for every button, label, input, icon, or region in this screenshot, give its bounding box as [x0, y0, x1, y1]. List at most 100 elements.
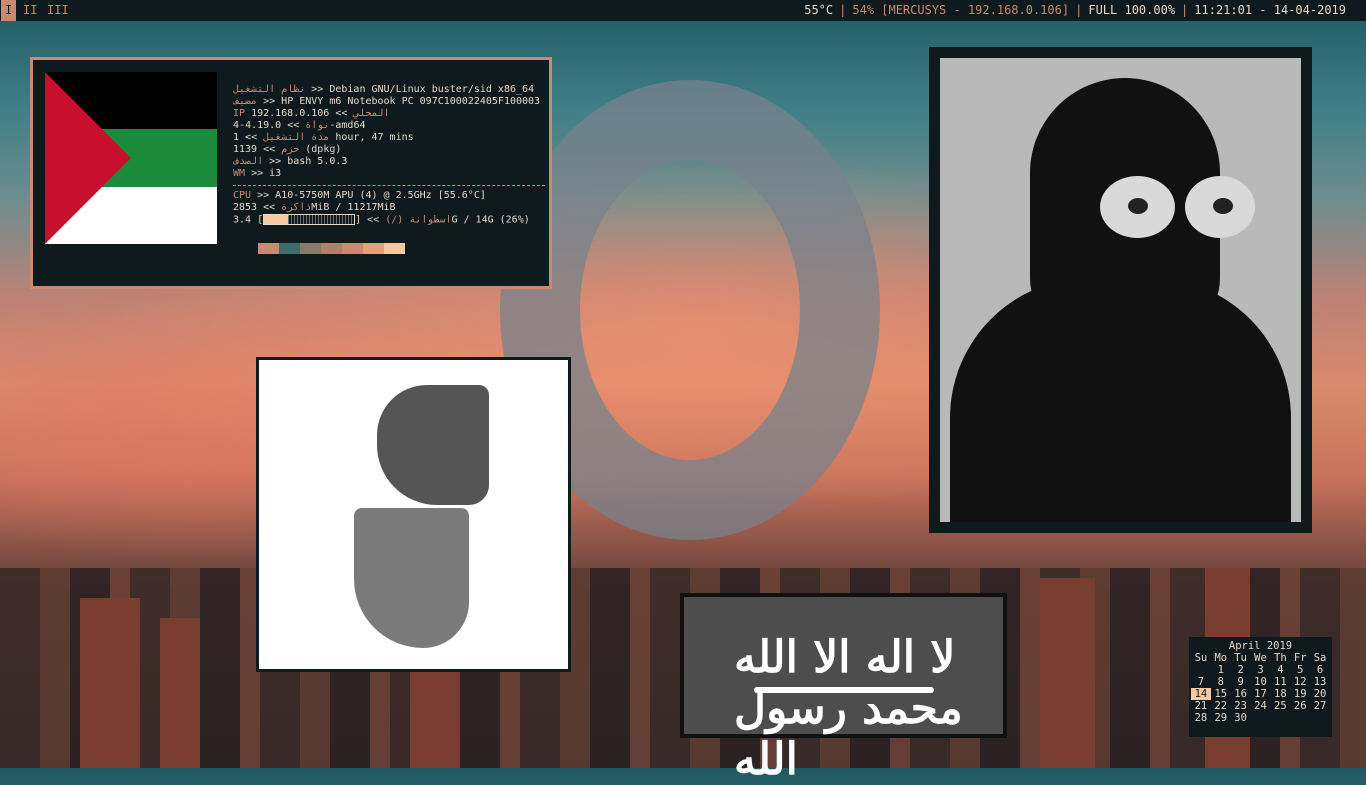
calendar-day: 1 — [1217, 664, 1224, 676]
info-value: >> bash 5.0.3 — [269, 156, 348, 167]
wallpaper-tower — [410, 658, 460, 768]
color-swatch — [342, 243, 363, 254]
clock-status: 11:21:01 - 14-04-2019 — [1194, 3, 1346, 17]
info-key: ذاكرة — [275, 202, 312, 213]
calendar-day: 30 — [1234, 712, 1247, 724]
figure-eye — [1185, 176, 1255, 238]
info-row: نواة >> 4.19.0-4-amd64 — [233, 120, 545, 132]
info-row: حزم >> 1139 (dpkg) — [233, 144, 545, 156]
calendar-grid: Su Mo Tu We Th Fr Sa 1 2 3 4 5 6 7 8 9 10 11 12 13 14 15 16 17 1… — [1191, 652, 1330, 724]
info-value: >> 4.19.0-4-amd64 — [233, 120, 366, 131]
calligraphy-banner-image: لا اله الا الله محمد رسول الله — [680, 593, 1007, 785]
calendar-day: 12 — [1293, 676, 1307, 688]
info-key: نواة — [299, 120, 330, 131]
calendar-day: 18 — [1274, 688, 1287, 700]
disk-usage-fill — [264, 215, 288, 224]
hand-shape — [377, 385, 489, 505]
calendar-day — [1191, 664, 1211, 676]
wifi-status: 54% [MERCUSYS - 192.168.0.106] — [852, 3, 1070, 17]
calendar-day: 28 — [1194, 712, 1208, 724]
disk-prefix: >> [ — [355, 214, 380, 226]
info-key: حزم — [275, 144, 300, 155]
status-blocks: 55°C | 54% [MERCUSYS - 192.168.0.106] | FULL… — [804, 0, 1346, 21]
calligraphy-underline — [754, 687, 934, 693]
wallpaper-tower — [1040, 578, 1095, 768]
hw-info-row: CPU >> A10-5750M APU (4) @ 2.5GHz [55.6°… — [233, 190, 545, 202]
battery-status: FULL 100.00% — [1088, 3, 1176, 17]
disk-info-row: اسطوانة (/) >> [] 3.4G / 14G (26%) — [233, 214, 545, 227]
hand-sculpture-image — [256, 357, 571, 672]
calendar-day: 5 — [1297, 664, 1304, 676]
calendar-day: 22 — [1214, 700, 1228, 712]
calendar-day: 2 — [1237, 664, 1244, 676]
calendar-day: 29 — [1214, 712, 1228, 724]
calendar-weekday: Fr — [1293, 652, 1307, 664]
status-separator: | — [1075, 3, 1083, 17]
calligraphy-text: لا اله الا الله محمد رسول الله — [734, 632, 965, 785]
calendar-day: 11 — [1274, 676, 1287, 688]
wallpaper-tower — [80, 598, 140, 768]
color-swatch — [279, 243, 300, 254]
neofetch-terminal-window[interactable]: نظام التشغيل >> Debian GNU/Linux buster/… — [30, 57, 552, 289]
hw-info-row: ذاكرة >> 2853MiB / 11217MiB — [233, 202, 545, 214]
calendar-day: 3 — [1257, 664, 1264, 676]
calendar-weekday: Sa — [1313, 652, 1327, 664]
info-divider — [233, 185, 545, 186]
calendar-weekday: Su — [1194, 652, 1208, 664]
workspace-3-button[interactable]: III — [43, 0, 73, 21]
calendar-day — [1290, 712, 1310, 724]
info-key: مدة التشغيل — [257, 132, 330, 143]
calendar-day: 16 — [1234, 688, 1247, 700]
calendar-day: 17 — [1254, 688, 1267, 700]
calendar-day — [1310, 712, 1330, 724]
calendar-day: 10 — [1254, 676, 1267, 688]
calendar-widget: April 2019 Su Mo Tu We Th Fr Sa 1 2 3 4 5 6 7 8 9 10 11 12… — [1189, 637, 1332, 737]
color-swatch — [363, 243, 384, 254]
info-key: WM — [233, 168, 252, 179]
disk-usage-bar — [263, 214, 356, 225]
info-row: IP المحلي >> 192.168.0.106 — [233, 108, 545, 120]
calendar-day: 9 — [1237, 676, 1244, 688]
info-row: مدة التشغيل >> 1 hour, 47 mins — [233, 132, 545, 144]
calendar-day — [1270, 712, 1290, 724]
figure-eye — [1100, 176, 1175, 238]
info-value: >> 2853MiB / 11217MiB — [233, 202, 396, 213]
calendar-day: 6 — [1316, 664, 1324, 676]
calendar-weekday: Mo — [1214, 652, 1228, 664]
wallpaper-tower — [160, 618, 200, 768]
info-value: >> 192.168.0.106 — [251, 108, 348, 119]
calendar-day: 24 — [1254, 700, 1267, 712]
calendar-day: 4 — [1277, 664, 1284, 676]
workspace-1-button[interactable]: I — [1, 0, 17, 21]
disk-label: اسطوانة (/) — [385, 214, 452, 226]
calendar-day: 23 — [1234, 700, 1247, 712]
status-separator: | — [1181, 3, 1189, 17]
balaclava-portrait-image — [929, 47, 1312, 533]
color-swatch — [258, 243, 279, 254]
info-row: مضيف >> HP ENVY m6 Notebook PC 097C10002… — [233, 96, 545, 108]
calendar-today: 14 — [1191, 688, 1211, 700]
workspace-2-button[interactable]: II — [19, 0, 41, 21]
calendar-day: 26 — [1293, 700, 1307, 712]
calendar-day: 25 — [1274, 700, 1287, 712]
calendar-day: 21 — [1194, 700, 1208, 712]
calendar-day: 20 — [1313, 688, 1327, 700]
info-row: نظام التشغيل >> Debian GNU/Linux buster/… — [233, 84, 545, 96]
info-value: >> HP ENVY m6 Notebook PC 097C100022405F… — [263, 96, 541, 107]
palestine-flag-image — [45, 72, 217, 244]
calendar-day: 7 — [1197, 676, 1205, 688]
system-info: نظام التشغيل >> Debian GNU/Linux buster/… — [233, 84, 545, 227]
info-key: مضيف — [233, 96, 264, 107]
hand-shape — [354, 508, 469, 648]
calendar-day: 27 — [1313, 700, 1327, 712]
calendar-day: 19 — [1293, 688, 1307, 700]
calendar-day — [1251, 712, 1271, 724]
info-key: الصدف — [233, 156, 270, 167]
color-swatch — [321, 243, 342, 254]
info-value: >> A10-5750M APU (4) @ 2.5GHz [55.6°C] — [257, 190, 486, 201]
temperature-status: 55°C — [804, 3, 834, 17]
top-status-bar: I II III 55°C | 54% [MERCUSYS - 192.168.0.… — [0, 0, 1366, 21]
calendar-day: 8 — [1217, 676, 1224, 688]
status-separator: | — [839, 3, 847, 17]
color-palette — [258, 243, 405, 254]
